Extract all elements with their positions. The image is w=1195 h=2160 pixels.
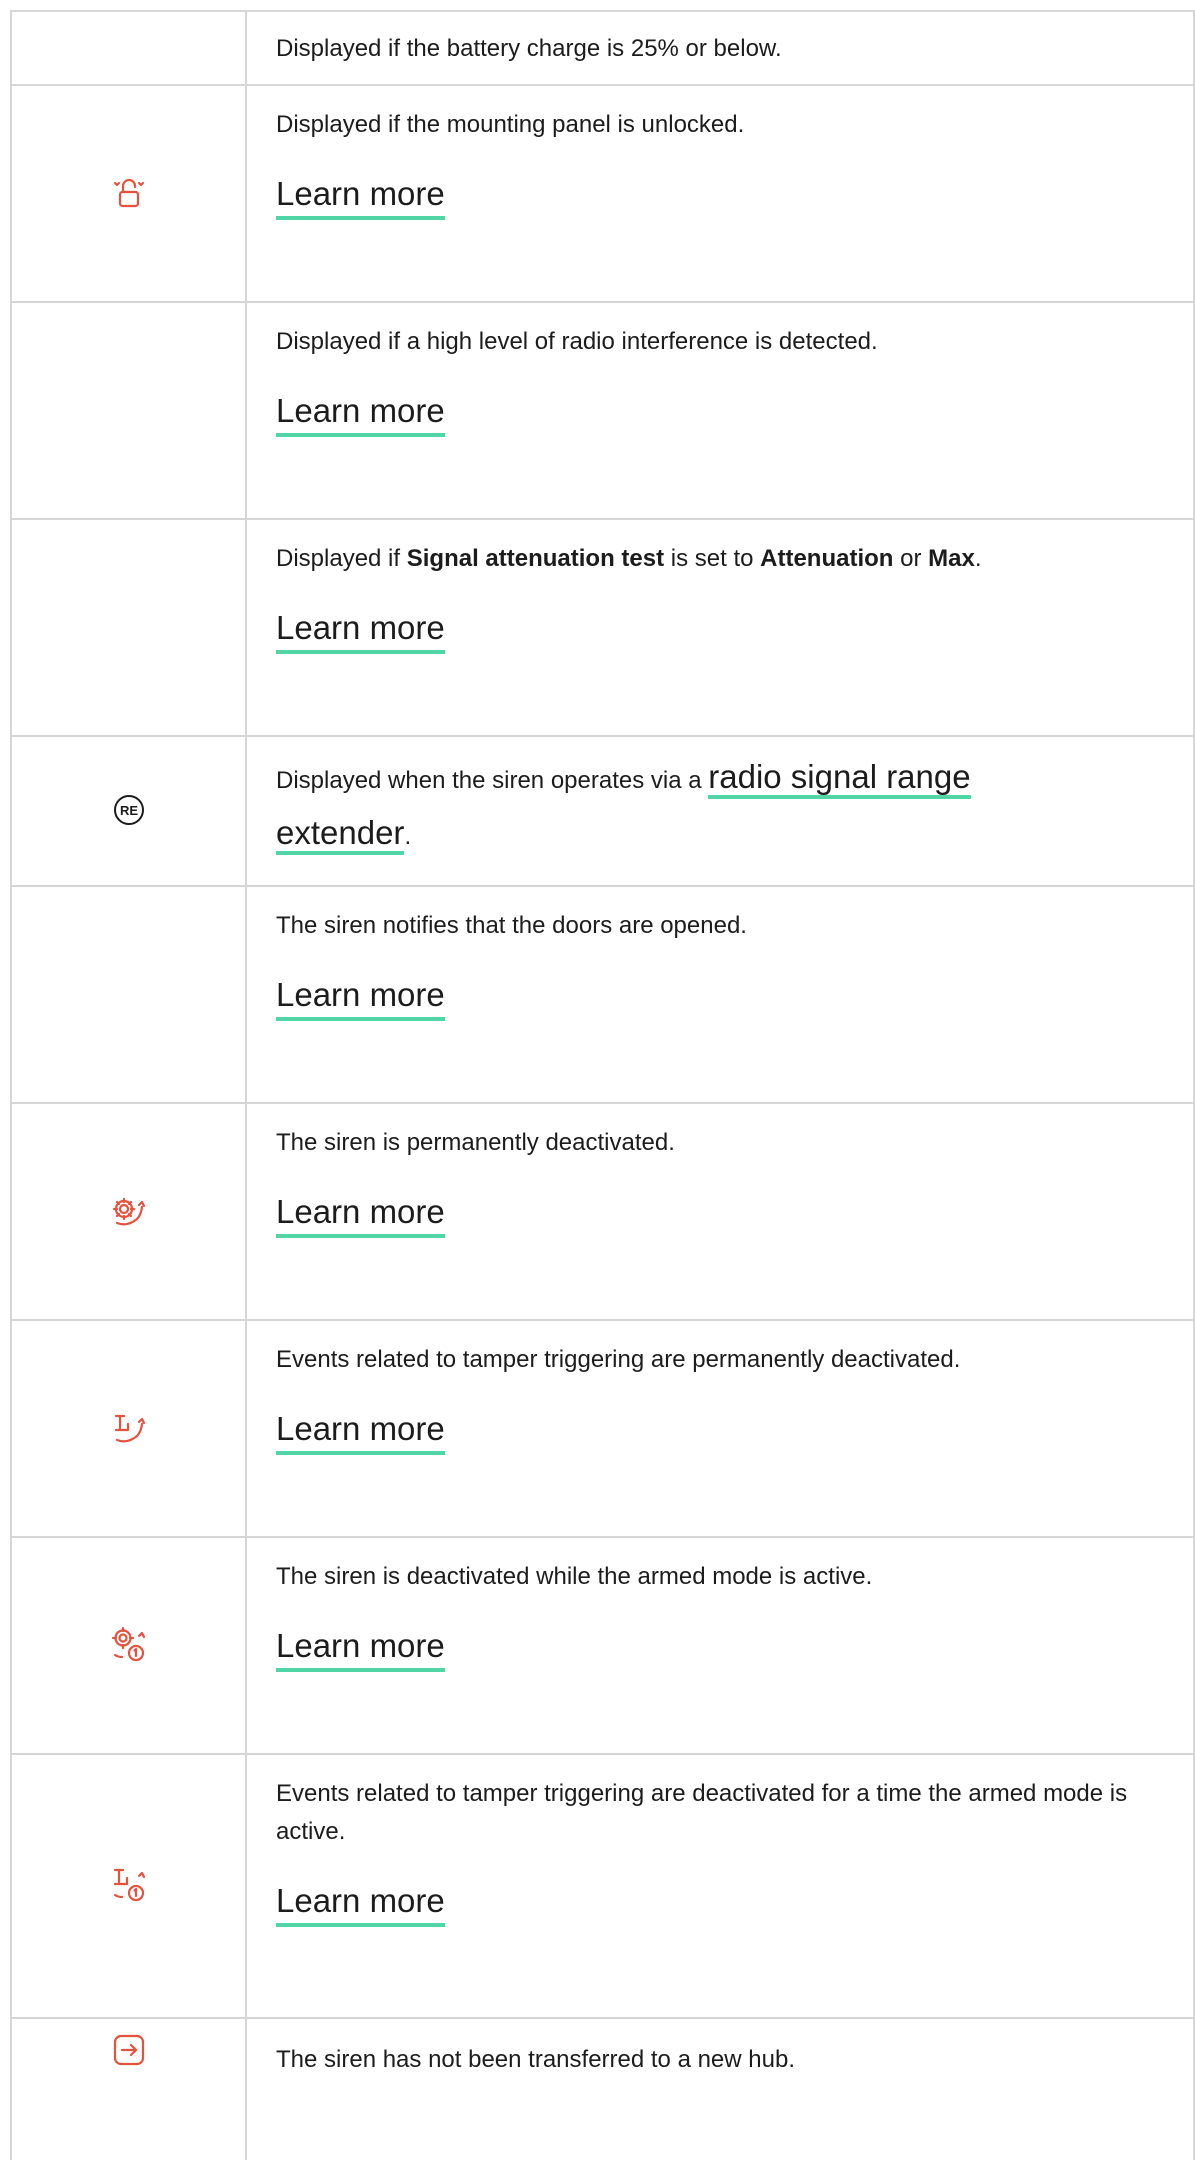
row-description: Events related to tamper triggering are … xyxy=(276,1346,961,1373)
option-max: Max xyxy=(928,545,975,572)
row-description: The siren has not been transferred to a … xyxy=(276,2046,795,2073)
table-row: Displayed if the battery charge is 25% o… xyxy=(10,10,1195,86)
text-part: . xyxy=(404,823,412,850)
table-row: The siren has not been transferred to a … xyxy=(10,2017,1195,2160)
icon-cell xyxy=(10,301,247,518)
row-description: Displayed if the battery charge is 25% o… xyxy=(276,35,782,62)
learn-more-link[interactable]: Learn more xyxy=(276,1192,445,1238)
icon-cell xyxy=(10,1536,247,1753)
text-cell: The siren is deactivated while the armed… xyxy=(247,1536,1195,1753)
text-part: or xyxy=(893,545,929,572)
row-description: The siren is deactivated while the armed… xyxy=(276,1563,873,1590)
table-row: The siren is deactivated while the armed… xyxy=(10,1536,1195,1755)
learn-more-link[interactable]: Learn more xyxy=(276,1881,445,1927)
icon-cell xyxy=(10,1753,247,2017)
icon-cell xyxy=(10,84,247,301)
learn-more-link[interactable]: Learn more xyxy=(276,391,445,437)
row-description: The siren is permanently deactivated. xyxy=(276,1129,675,1156)
table-row: Displayed if the mounting panel is unloc… xyxy=(10,84,1195,303)
gear-deactivated-armed-icon xyxy=(109,1625,149,1665)
table-row: Displayed if Signal attenuation test is … xyxy=(10,518,1195,737)
table-row: The siren is permanently deactivated. Le… xyxy=(10,1102,1195,1321)
tamper-deactivated-icon xyxy=(109,1411,149,1445)
icon-cell xyxy=(10,885,247,1102)
svg-text:RE: RE xyxy=(119,803,137,818)
row-description: Displayed if Signal attenuation test is … xyxy=(276,540,1169,578)
learn-more-link[interactable]: Learn more xyxy=(276,975,445,1021)
icon-cell xyxy=(10,1319,247,1536)
text-cell: Displayed if Signal attenuation test is … xyxy=(247,518,1195,735)
text-part: is set to xyxy=(664,545,761,572)
table-row: Displayed if a high level of radio inter… xyxy=(10,301,1195,520)
icon-cell: RE xyxy=(10,735,247,885)
table-row: Events related to tamper triggering are … xyxy=(10,1319,1195,1538)
text-cell: Displayed if the battery charge is 25% o… xyxy=(247,12,1195,84)
tamper-deactivated-armed-icon xyxy=(109,1865,149,1905)
text-part: . xyxy=(974,545,982,572)
text-part: Displayed if xyxy=(276,545,407,572)
row-description: The siren notifies that the doors are op… xyxy=(276,912,747,939)
text-cell: Displayed if a high level of radio inter… xyxy=(247,301,1195,518)
row-description: Displayed when the siren operates via a … xyxy=(276,751,1096,863)
setting-name: Signal attenuation test xyxy=(406,545,665,572)
table-row: The siren notifies that the doors are op… xyxy=(10,885,1195,1104)
text-cell: Events related to tamper triggering are … xyxy=(247,1319,1195,1536)
learn-more-link[interactable]: Learn more xyxy=(276,1409,445,1455)
row-description: Displayed if the mounting panel is unloc… xyxy=(276,111,745,138)
text-cell: The siren is permanently deactivated. Le… xyxy=(247,1102,1195,1319)
unlocked-padlock-icon xyxy=(112,176,146,210)
text-cell: The siren has not been transferred to a … xyxy=(247,2017,1195,2160)
icon-cell xyxy=(10,12,247,84)
text-cell: Displayed if the mounting panel is unloc… xyxy=(247,84,1195,301)
learn-more-link[interactable]: Learn more xyxy=(276,1626,445,1672)
icon-cell xyxy=(10,518,247,735)
row-description: Displayed if a high level of radio inter… xyxy=(276,328,878,355)
icon-cell xyxy=(10,1102,247,1319)
range-extender-re-icon: RE xyxy=(112,793,146,827)
table-row: RE Displayed when the siren operates via… xyxy=(10,735,1195,887)
transfer-arrow-icon xyxy=(112,2033,146,2067)
row-description: Events related to tamper triggering are … xyxy=(276,1780,1128,1845)
learn-more-link[interactable]: Learn more xyxy=(276,608,445,654)
icon-cell xyxy=(10,2017,247,2160)
table-row: Events related to tamper triggering are … xyxy=(10,1753,1195,2019)
text-cell: The siren notifies that the doors are op… xyxy=(247,885,1195,1102)
learn-more-link[interactable]: Learn more xyxy=(276,174,445,220)
option-attenuation: Attenuation xyxy=(760,545,894,572)
text-cell: Events related to tamper triggering are … xyxy=(247,1753,1195,2017)
gear-deactivated-icon xyxy=(109,1194,149,1228)
text-cell: Displayed when the siren operates via a … xyxy=(247,735,1195,885)
text-part: Displayed when the siren operates via a xyxy=(276,767,709,794)
